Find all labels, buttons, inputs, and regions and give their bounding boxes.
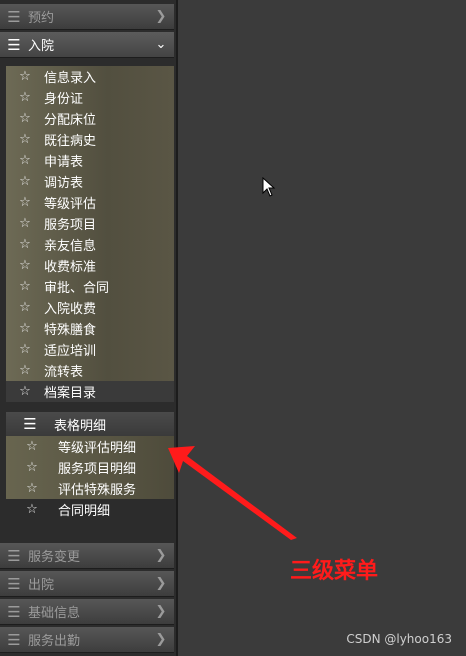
hamburger-icon: ☰ <box>23 415 37 433</box>
star-outline-icon: ☆ <box>26 439 38 454</box>
submenu-item[interactable]: ☆ 申请表 <box>6 150 174 171</box>
star-outline-icon: ☆ <box>19 216 31 231</box>
annotation-label: 三级菜单 <box>290 559 379 584</box>
star-outline-icon: ☆ <box>19 258 31 273</box>
third-level-item[interactable]: ☆ 合同明细 <box>6 499 174 520</box>
third-level-item[interactable]: ☆ 服务项目明细 <box>6 457 174 478</box>
star-outline-icon: ☆ <box>19 153 31 168</box>
chevron-right-icon: ❯ <box>155 632 167 647</box>
star-outline-icon: ☆ <box>19 384 31 399</box>
star-outline-icon: ☆ <box>19 132 31 147</box>
star-outline-icon: ☆ <box>26 502 38 517</box>
star-outline-icon: ☆ <box>19 195 31 210</box>
submenu-item[interactable]: ☆ 既往病史 <box>6 129 174 150</box>
submenu-group-biaoge[interactable]: ☰ 表格明细 <box>6 412 174 436</box>
hamburger-icon: ☰ <box>7 7 21 26</box>
star-outline-icon: ☆ <box>19 90 31 105</box>
menu-fuwu-biangeng[interactable]: ☰ 服务变更 ❯ <box>0 543 174 569</box>
submenu-item[interactable]: ☆ 适应培训 <box>6 339 174 360</box>
submenu-item[interactable]: ☆ 流转表 <box>6 360 174 381</box>
submenu-item[interactable]: ☆ 身份证 <box>6 87 174 108</box>
menu-label: 入院 <box>28 39 55 54</box>
submenu-item[interactable]: ☆ 入院收费 <box>6 297 174 318</box>
third-level-item[interactable]: ☆ 等级评估明细 <box>6 436 174 457</box>
star-outline-icon: ☆ <box>19 279 31 294</box>
star-outline-icon: ☆ <box>19 69 31 84</box>
submenu-item[interactable]: ☆ 亲友信息 <box>6 234 174 255</box>
chevron-right-icon: ❯ <box>155 604 167 619</box>
menu-label: 服务出勤 <box>28 634 81 649</box>
chevron-right-icon: ❯ <box>155 576 167 591</box>
hamburger-icon: ☰ <box>7 546 21 565</box>
chevron-right-icon: ❯ <box>155 9 167 24</box>
menu-label: 基础信息 <box>28 606 81 621</box>
third-level-item[interactable]: ☆ 评估特殊服务 <box>6 478 174 499</box>
menu-fuwu-chuqin[interactable]: ☰ 服务出勤 ❯ <box>0 627 174 653</box>
hamburger-icon: ☰ <box>7 630 21 649</box>
menu-label: 服务变更 <box>28 550 81 565</box>
submenu-item[interactable]: ☆ 收费标准 <box>6 255 174 276</box>
star-outline-icon: ☆ <box>26 481 38 496</box>
menu-ruyuan[interactable]: ☰ 入院 ⌄ <box>0 32 174 58</box>
submenu-item[interactable]: ☆ 档案目录 <box>6 381 174 402</box>
star-outline-icon: ☆ <box>19 342 31 357</box>
red-arrow-icon <box>168 446 297 540</box>
menu-label: 出院 <box>28 578 55 593</box>
hamburger-icon: ☰ <box>7 574 21 593</box>
star-outline-icon: ☆ <box>26 460 38 475</box>
submenu-item[interactable]: ☆ 信息录入 <box>6 66 174 87</box>
menu-yuyue[interactable]: ☰ 预约 ❯ <box>0 4 174 30</box>
mouse-cursor-icon <box>262 177 276 197</box>
star-outline-icon: ☆ <box>19 237 31 252</box>
watermark: CSDN @lyhoo163 <box>346 632 452 646</box>
submenu-item[interactable]: ☆ 服务项目 <box>6 213 174 234</box>
third-level-menu: ☆ 等级评估明细 ☆ 服务项目明细 ☆ 评估特殊服务 ☆ 合同明细 <box>6 436 174 520</box>
star-outline-icon: ☆ <box>19 321 31 336</box>
hamburger-icon: ☰ <box>7 35 21 54</box>
submenu-item[interactable]: ☆ 分配床位 <box>6 108 174 129</box>
star-outline-icon: ☆ <box>19 174 31 189</box>
hamburger-icon: ☰ <box>7 602 21 621</box>
star-outline-icon: ☆ <box>19 363 31 378</box>
chevron-right-icon: ❯ <box>155 548 167 563</box>
submenu-item[interactable]: ☆ 等级评估 <box>6 192 174 213</box>
menu-chuyuan[interactable]: ☰ 出院 ❯ <box>0 571 174 597</box>
submenu-group-label: 表格明细 <box>54 418 107 434</box>
menu-jichu-xinxi[interactable]: ☰ 基础信息 ❯ <box>0 599 174 625</box>
ruyuan-submenu: ☆ 信息录入 ☆ 身份证 ☆ 分配床位 ☆ 既往病史 ☆ 申请表 ☆ 调访表 ☆ 等级评估 ☆… <box>6 66 174 402</box>
star-outline-icon: ☆ <box>19 111 31 126</box>
menu-label: 预约 <box>28 11 55 26</box>
sidebar: ☰ 预约 ❯ ☰ 入院 ⌄ ☆ 信息录入 ☆ 身份证 ☆ 分配床位 ☆ 既往病史 ☆ 申请… <box>0 0 178 656</box>
submenu-item[interactable]: ☆ 审批、合同 <box>6 276 174 297</box>
submenu-item[interactable]: ☆ 特殊膳食 <box>6 318 174 339</box>
submenu-item[interactable]: ☆ 调访表 <box>6 171 174 192</box>
chevron-down-icon: ⌄ <box>155 37 167 52</box>
star-outline-icon: ☆ <box>19 300 31 315</box>
